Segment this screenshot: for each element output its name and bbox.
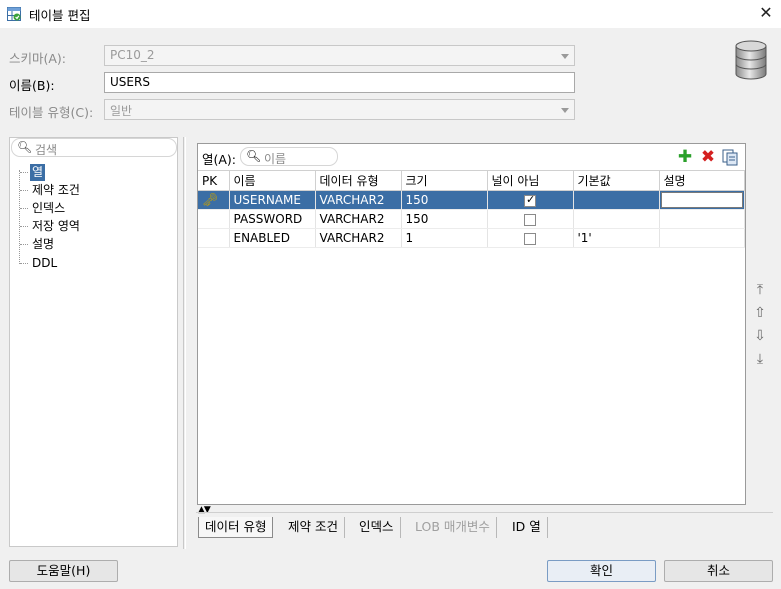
chevron-down-icon xyxy=(561,108,569,113)
column-search-input[interactable]: 🔍︎ 이름 xyxy=(240,147,338,166)
tabs-divider xyxy=(196,512,773,513)
schema-select: PC10_2 xyxy=(104,45,575,66)
default-cell[interactable] xyxy=(573,209,660,229)
not-null-cell[interactable] xyxy=(487,190,574,210)
move-down-icon[interactable]: ⇩ xyxy=(751,327,769,345)
col-header-pk[interactable]: PK xyxy=(198,170,230,191)
nav-item-indexes[interactable]: 인덱스 xyxy=(32,200,65,217)
name-cell[interactable]: USERNAME xyxy=(229,190,316,210)
search-icon: 🔍︎ xyxy=(17,140,33,154)
search-icon: 🔍︎ xyxy=(246,149,262,163)
add-icon[interactable]: ✚ xyxy=(676,148,694,166)
col-header-type[interactable]: 데이터 유형 xyxy=(315,170,402,191)
pk-cell[interactable] xyxy=(198,209,230,229)
type-cell[interactable]: VARCHAR2 xyxy=(315,209,402,229)
not-null-checkbox[interactable] xyxy=(524,213,536,226)
copy-icon[interactable] xyxy=(722,149,739,166)
title-bar xyxy=(0,0,781,28)
move-top-icon[interactable]: ⤒ xyxy=(751,281,769,299)
size-cell[interactable]: 150 xyxy=(401,209,488,229)
schema-label: 스키마(A): xyxy=(9,51,67,66)
table-row[interactable]: PASSWORD VARCHAR2 150 xyxy=(198,209,745,229)
default-cell[interactable] xyxy=(573,190,660,210)
panel-splitter[interactable] xyxy=(183,137,186,549)
col-header-not-null[interactable]: 널이 아님 xyxy=(487,170,574,191)
pk-cell[interactable]: 🗝︎ xyxy=(198,190,230,210)
comment-cell[interactable] xyxy=(659,190,745,210)
tree-branch xyxy=(20,244,28,245)
size-cell[interactable]: 150 xyxy=(401,190,488,210)
tab-data-type[interactable]: 데이터 유형 xyxy=(198,517,274,538)
columns-label: 열(A): xyxy=(202,152,237,167)
ok-button[interactable]: 확인 xyxy=(547,560,656,582)
name-cell[interactable]: ENABLED xyxy=(229,228,316,248)
database-icon xyxy=(735,40,767,80)
not-null-cell[interactable] xyxy=(487,228,574,248)
type-cell[interactable]: VARCHAR2 xyxy=(315,228,402,248)
key-icon: 🗝︎ xyxy=(202,192,219,208)
not-null-checkbox[interactable] xyxy=(524,232,536,245)
window-title: 테이블 편집 xyxy=(29,8,91,23)
tree-branch xyxy=(20,172,28,173)
tab-constraints[interactable]: 제약 조건 xyxy=(282,517,345,538)
col-header-name[interactable]: 이름 xyxy=(229,170,316,191)
tab-indexes[interactable]: 인덱스 xyxy=(353,517,401,538)
tree-branch xyxy=(20,263,28,264)
tree-line xyxy=(19,170,20,264)
nav-item-comment[interactable]: 설명 xyxy=(32,236,54,253)
pk-cell[interactable] xyxy=(198,228,230,248)
table-type-value: 일반 xyxy=(110,104,133,118)
move-bottom-icon[interactable]: ⤓ xyxy=(751,350,769,368)
comment-edit-field[interactable] xyxy=(660,192,743,208)
not-null-checkbox[interactable] xyxy=(524,193,536,207)
navigator-search-placeholder: 검색 xyxy=(35,143,58,157)
schema-value: PC10_2 xyxy=(110,48,155,62)
move-up-icon[interactable]: ⇧ xyxy=(751,304,769,322)
name-label: 이름(B): xyxy=(9,78,55,93)
not-null-cell[interactable] xyxy=(487,209,574,229)
tree-branch xyxy=(20,226,28,227)
tab-lob-parameters: LOB 매개변수 xyxy=(409,517,497,538)
default-cell[interactable]: '1' xyxy=(573,228,660,248)
tree-branch xyxy=(20,208,28,209)
nav-item-ddl[interactable]: DDL xyxy=(32,255,57,272)
col-header-comment[interactable]: 설명 xyxy=(659,170,745,191)
table-edit-icon xyxy=(7,7,21,21)
table-type-label: 테이블 유형(C): xyxy=(9,105,94,120)
type-cell[interactable]: VARCHAR2 xyxy=(315,190,402,210)
navigator-search-input[interactable]: 🔍︎ 검색 xyxy=(11,138,177,157)
columns-table: PK 이름 데이터 유형 크기 널이 아님 기본값 설명 🗝︎ USERNAME… xyxy=(198,170,745,248)
comment-cell[interactable] xyxy=(659,228,745,248)
table-row[interactable]: ENABLED VARCHAR2 1 '1' xyxy=(198,228,745,248)
tab-identity-column[interactable]: ID 열 xyxy=(506,517,548,538)
col-header-default[interactable]: 기본값 xyxy=(573,170,660,191)
comment-cell[interactable] xyxy=(659,209,745,229)
nav-item-storage[interactable]: 저장 영역 xyxy=(32,218,80,235)
column-search-placeholder: 이름 xyxy=(264,152,287,166)
col-header-size[interactable]: 크기 xyxy=(401,170,488,191)
chevron-down-icon xyxy=(561,54,569,59)
split-toggle-icon[interactable]: ▲▼ xyxy=(198,505,211,515)
table-row[interactable]: 🗝︎ USERNAME VARCHAR2 150 xyxy=(198,190,745,210)
table-type-select: 일반 xyxy=(104,99,575,120)
tree-branch xyxy=(20,190,28,191)
table-header-row: PK 이름 데이터 유형 크기 널이 아님 기본값 설명 xyxy=(198,170,745,191)
close-icon[interactable]: ✕ xyxy=(754,2,778,24)
nav-item-constraints[interactable]: 제약 조건 xyxy=(32,182,80,199)
nav-item-columns[interactable]: 열 xyxy=(30,164,46,181)
help-button[interactable]: 도움말(H) xyxy=(9,560,118,582)
name-input[interactable]: USERS xyxy=(104,72,575,93)
name-cell[interactable]: PASSWORD xyxy=(229,209,316,229)
delete-icon[interactable]: ✖ xyxy=(699,148,717,166)
size-cell[interactable]: 1 xyxy=(401,228,488,248)
cancel-button[interactable]: 취소 xyxy=(664,560,773,582)
